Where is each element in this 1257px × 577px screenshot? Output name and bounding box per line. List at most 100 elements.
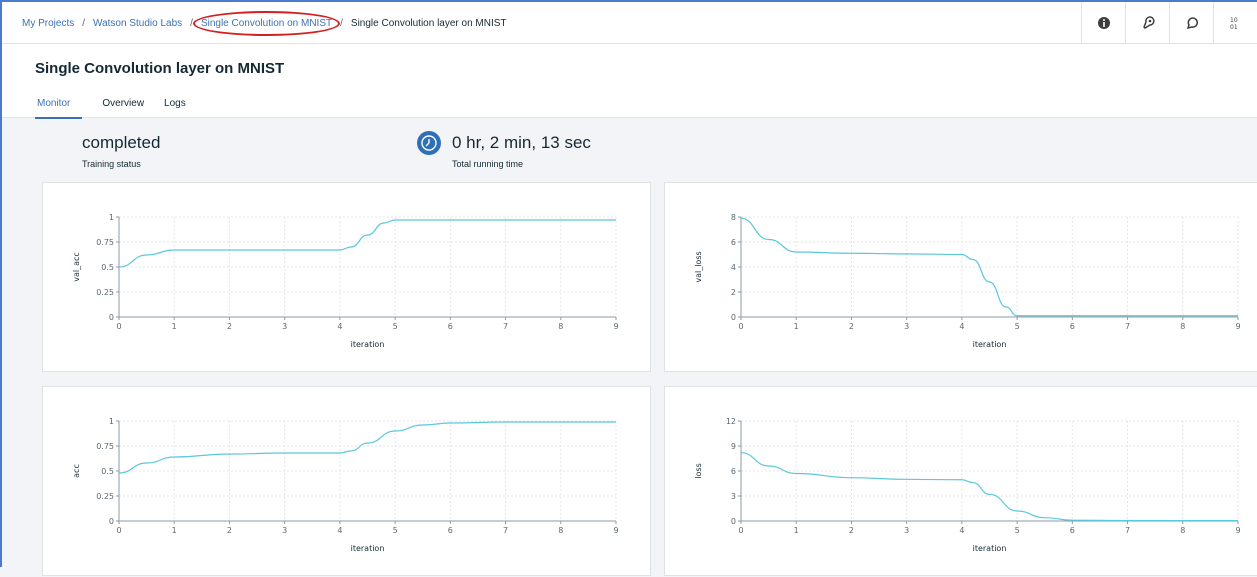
y-axis-label: acc <box>72 464 81 478</box>
y-tick-label: 0 <box>731 517 736 526</box>
x-axis-label: iteration <box>351 340 385 349</box>
running-time: 0 hr, 2 min, 13 sec Total running time <box>452 133 591 169</box>
breadcrumb-separator: / <box>340 17 343 29</box>
x-tick-label: 0 <box>738 526 743 535</box>
training-status-value: completed <box>82 133 161 152</box>
x-tick-label: 3 <box>904 526 909 535</box>
x-tick-label: 4 <box>337 322 342 331</box>
x-tick-label: 6 <box>1070 322 1075 331</box>
chart-card-val-loss: 0 1 2 3 4 5 6 7 8 9 0 2 4 6 8 iteration val_loss <box>664 182 1257 372</box>
y-tick-label: 0.5 <box>101 467 114 476</box>
chart-card-val-acc: 0 1 2 3 4 5 6 7 8 9 0 0.25 0.5 0.75 1 iteration val_acc <box>42 182 651 372</box>
breadcrumb-watson-studio-labs[interactable]: Watson Studio Labs <box>93 18 182 29</box>
x-tick-label: 2 <box>849 526 854 535</box>
y-tick-label: 0.25 <box>96 492 114 501</box>
y-tick-label: 8 <box>731 213 736 222</box>
x-tick-label: 0 <box>116 526 121 535</box>
x-tick-label: 2 <box>849 322 854 331</box>
chart-val-acc: 0 1 2 3 4 5 6 7 8 9 0 0.25 0.5 0.75 1 iteration val_acc <box>72 213 619 349</box>
series-line <box>118 219 616 268</box>
running-time-value: 0 hr, 2 min, 13 sec <box>452 133 591 152</box>
tab-monitor[interactable]: Monitor <box>35 92 83 119</box>
breadcrumb-my-projects[interactable]: My Projects <box>22 18 74 29</box>
x-tick-label: 9 <box>613 526 618 535</box>
x-tick-label: 1 <box>794 526 799 535</box>
y-tick-label: 2 <box>731 288 736 297</box>
x-axis-label: iteration <box>973 340 1007 349</box>
breadcrumb-current: Single Convolution layer on MNIST <box>350 17 507 29</box>
chart-card-loss: 0 1 2 3 4 5 6 7 8 9 0 3 6 9 12 iteration loss <box>664 386 1257 576</box>
chart-loss: 0 1 2 3 4 5 6 7 8 9036912iterationloss <box>694 417 1241 553</box>
x-tick-label: 8 <box>558 526 563 535</box>
x-tick-label: 1 <box>172 526 177 535</box>
x-tick-label: 6 <box>1070 526 1075 535</box>
page-title: Single Convolution layer on MNIST <box>35 60 285 77</box>
data-icon[interactable]: 10 01 <box>1213 2 1257 44</box>
y-tick-label: 3 <box>731 492 736 501</box>
svg-text:01: 01 <box>1230 24 1238 30</box>
y-tick-label: 0.75 <box>96 442 114 451</box>
x-tick-label: 4 <box>337 526 342 535</box>
deploy-icon[interactable] <box>1125 2 1169 44</box>
x-tick-label: 5 <box>393 526 398 535</box>
toolbar: 10 01 <box>1081 2 1257 44</box>
breadcrumb-highlight: Single Convolution on MNIST <box>192 10 341 36</box>
y-tick-label: 0 <box>731 313 736 322</box>
y-tick-label: 4 <box>731 263 736 272</box>
x-tick-label: 0 <box>738 322 743 331</box>
x-tick-label: 8 <box>1180 526 1185 535</box>
y-tick-label: 0 <box>109 517 114 526</box>
x-tick-label: 9 <box>1235 322 1240 331</box>
training-status-label: Training status <box>82 159 141 169</box>
y-tick-label: 12 <box>726 417 736 426</box>
training-status: completed Training status <box>82 133 160 169</box>
breadcrumb-single-convolution[interactable]: Single Convolution on MNIST <box>201 18 332 29</box>
y-tick-label: 9 <box>731 442 736 451</box>
x-tick-label: 7 <box>1125 322 1130 331</box>
breadcrumb-separator: / <box>190 17 193 29</box>
y-tick-label: 0.25 <box>96 288 114 297</box>
y-tick-label: 6 <box>731 467 736 476</box>
y-tick-label: 1 <box>109 213 114 222</box>
y-axis-label: val_acc <box>72 252 81 282</box>
x-tick-label: 3 <box>282 526 287 535</box>
x-tick-label: 5 <box>393 322 398 331</box>
breadcrumb-separator: / <box>82 17 86 29</box>
x-tick-label: 7 <box>503 322 508 331</box>
x-tick-label: 4 <box>959 322 964 331</box>
series-line <box>740 452 1238 522</box>
x-tick-label: 3 <box>282 322 287 331</box>
tab-overview[interactable]: Overview <box>102 92 144 119</box>
x-tick-label: 8 <box>1180 322 1185 331</box>
y-tick-label: 0 <box>109 313 114 322</box>
x-axis-label: iteration <box>351 544 385 553</box>
x-tick-label: 2 <box>227 322 232 331</box>
svg-text:10: 10 <box>1230 17 1238 24</box>
y-axis-label: loss <box>694 463 703 478</box>
tab-logs[interactable]: Logs <box>164 92 186 119</box>
x-tick-label: 1 <box>794 322 799 331</box>
y-axis-label: val_loss <box>694 251 703 282</box>
comment-icon[interactable] <box>1169 2 1213 44</box>
chart-card-acc: 0 1 2 3 4 5 6 7 8 9 0 0.25 0.5 0.75 1 iteration acc <box>42 386 651 576</box>
x-tick-label: 6 <box>448 322 453 331</box>
x-tick-label: 5 <box>1015 526 1020 535</box>
x-tick-label: 0 <box>116 322 121 331</box>
x-tick-label: 4 <box>959 526 964 535</box>
x-tick-label: 3 <box>904 322 909 331</box>
series-line <box>118 421 616 474</box>
x-axis-label: iteration <box>973 544 1007 553</box>
x-tick-label: 1 <box>172 322 177 331</box>
page-header: Single Convolution layer on MNIST Monito… <box>2 44 1257 119</box>
x-tick-label: 2 <box>227 526 232 535</box>
info-icon[interactable] <box>1081 2 1125 44</box>
chart-val-loss: 0 1 2 3 4 5 6 7 8 9 0 2 4 6 8 iteration val_loss <box>694 213 1241 349</box>
tab-bar: Monitor Overview Logs <box>35 92 206 119</box>
x-tick-label: 7 <box>503 526 508 535</box>
x-tick-label: 9 <box>613 322 618 331</box>
x-tick-label: 9 <box>1235 526 1240 535</box>
y-tick-label: 1 <box>109 417 114 426</box>
x-tick-label: 5 <box>1015 322 1020 331</box>
chart-acc: 0 1 2 3 4 5 6 7 8 9 0 0.25 0.5 0.75 1 iteration acc <box>72 417 619 553</box>
x-tick-label: 6 <box>448 526 453 535</box>
